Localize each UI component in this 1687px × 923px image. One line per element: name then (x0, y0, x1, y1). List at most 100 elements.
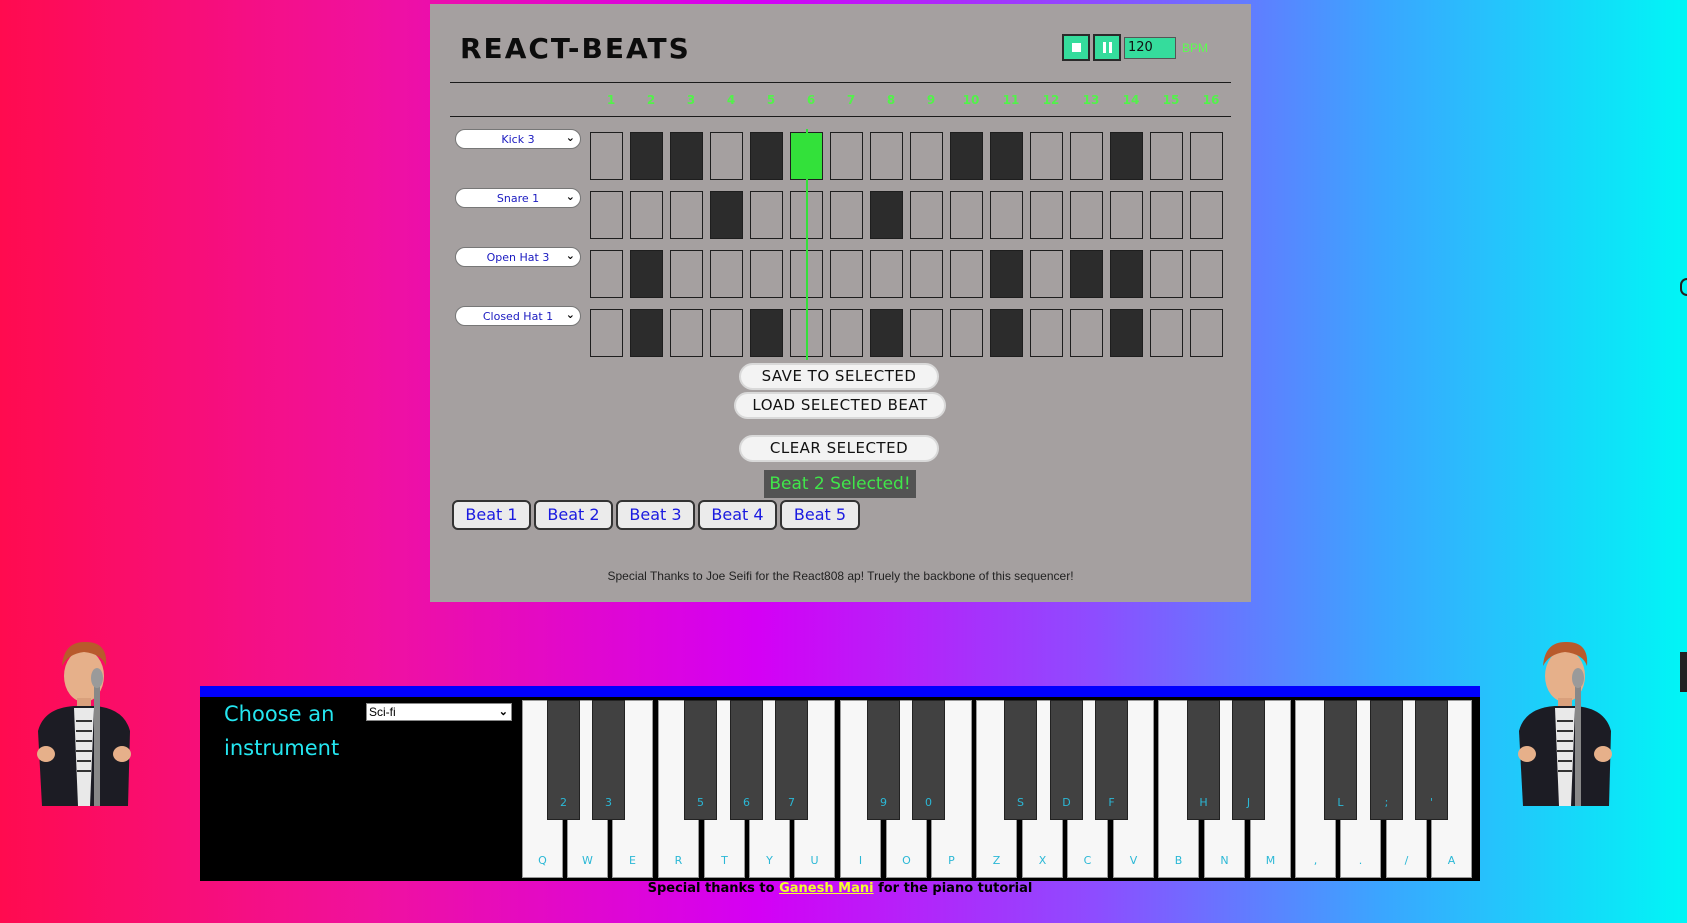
ganesh-mani-link[interactable]: Ganesh Mani (779, 881, 873, 896)
step-cell[interactable] (710, 309, 743, 357)
step-cell[interactable] (630, 191, 663, 239)
step-cell[interactable] (1070, 132, 1103, 180)
step-cell[interactable] (910, 132, 943, 180)
black-key[interactable]: 3 (592, 700, 625, 820)
step-cell[interactable] (910, 309, 943, 357)
key-label: E (629, 854, 636, 867)
step-cell[interactable] (950, 132, 983, 180)
step-cell[interactable] (670, 250, 703, 298)
step-cell[interactable] (710, 250, 743, 298)
step-cell[interactable] (950, 250, 983, 298)
step-cell[interactable] (1110, 132, 1143, 180)
step-cell[interactable] (750, 132, 783, 180)
step-cell[interactable] (590, 309, 623, 357)
save-to-selected-button[interactable]: SAVE TO SELECTED (739, 363, 939, 390)
instrument-select[interactable]: Snare 1 ⌄ (455, 188, 581, 208)
step-cell[interactable] (870, 309, 903, 357)
step-cell[interactable] (590, 191, 623, 239)
step-cell[interactable] (1150, 250, 1183, 298)
step-cell[interactable] (990, 132, 1023, 180)
step-cell[interactable] (830, 250, 863, 298)
step-cell[interactable] (1030, 250, 1063, 298)
step-cell[interactable] (1030, 309, 1063, 357)
step-cell[interactable] (1110, 309, 1143, 357)
step-cell[interactable] (1070, 191, 1103, 239)
step-number: 10 (962, 93, 980, 107)
beat-3-button[interactable]: Beat 3 (616, 500, 695, 530)
step-cell[interactable] (750, 191, 783, 239)
step-cell[interactable] (1030, 132, 1063, 180)
instrument-select[interactable]: Sci-fi ⌄ (366, 703, 512, 721)
step-cell[interactable] (630, 132, 663, 180)
step-cell[interactable] (950, 191, 983, 239)
beat-4-button[interactable]: Beat 4 (698, 500, 777, 530)
pause-button[interactable] (1093, 34, 1121, 61)
black-key[interactable]: ; (1370, 700, 1403, 820)
scrollbar[interactable] (1680, 652, 1687, 692)
black-key[interactable]: L (1324, 700, 1357, 820)
step-number: 12 (1042, 93, 1060, 107)
step-cell[interactable] (910, 250, 943, 298)
step-cell[interactable] (830, 309, 863, 357)
black-key[interactable]: F (1095, 700, 1128, 820)
step-cell[interactable] (670, 132, 703, 180)
step-cell[interactable] (1110, 191, 1143, 239)
black-key[interactable]: H (1187, 700, 1220, 820)
instrument-select[interactable]: Closed Hat 1 ⌄ (455, 306, 581, 326)
key-label: M (1265, 854, 1276, 867)
step-cell[interactable] (1150, 132, 1183, 180)
beat-1-button[interactable]: Beat 1 (452, 500, 531, 530)
black-key[interactable]: 9 (867, 700, 900, 820)
black-key[interactable]: 5 (684, 700, 717, 820)
black-key[interactable]: D (1050, 700, 1083, 820)
step-cell[interactable] (830, 191, 863, 239)
bpm-input[interactable] (1124, 36, 1176, 59)
step-cell[interactable] (910, 191, 943, 239)
step-cell[interactable] (710, 132, 743, 180)
step-cell[interactable] (990, 191, 1023, 239)
step-cell[interactable] (750, 250, 783, 298)
black-key[interactable]: 7 (775, 700, 808, 820)
instrument-select[interactable]: Kick 3 ⌄ (455, 129, 581, 149)
step-cell[interactable] (710, 191, 743, 239)
step-cell[interactable] (1070, 250, 1103, 298)
step-cell[interactable] (1190, 309, 1223, 357)
step-cell[interactable] (630, 250, 663, 298)
step-cell[interactable] (750, 309, 783, 357)
step-cell[interactable] (1110, 250, 1143, 298)
instrument-select-value: Closed Hat 1 (482, 309, 554, 323)
step-cell[interactable] (870, 250, 903, 298)
step-cell[interactable] (1030, 191, 1063, 239)
step-cell[interactable] (870, 132, 903, 180)
clear-selected-button[interactable]: CLEAR SELECTED (739, 435, 939, 462)
step-cell[interactable] (830, 132, 863, 180)
load-selected-beat-button[interactable]: LOAD SELECTED BEAT (734, 392, 946, 419)
step-cell[interactable] (1190, 250, 1223, 298)
step-cell[interactable] (990, 309, 1023, 357)
black-key[interactable]: 6 (730, 700, 763, 820)
step-cell[interactable] (950, 309, 983, 357)
black-key[interactable]: 0 (912, 700, 945, 820)
step-cell[interactable] (630, 309, 663, 357)
step-cell[interactable] (590, 132, 623, 180)
step-cell[interactable] (1190, 132, 1223, 180)
beat-5-button[interactable]: Beat 5 (780, 500, 860, 530)
step-cell[interactable] (1150, 191, 1183, 239)
instrument-select[interactable]: Open Hat 3 ⌄ (455, 247, 581, 267)
step-cell[interactable] (670, 191, 703, 239)
stop-button[interactable] (1062, 34, 1090, 61)
piano-credit-suffix: for the piano tutorial (878, 881, 1033, 896)
step-cell[interactable] (990, 250, 1023, 298)
step-cell[interactable] (670, 309, 703, 357)
step-cell[interactable] (590, 250, 623, 298)
black-key[interactable]: S (1004, 700, 1037, 820)
black-key[interactable]: J (1232, 700, 1265, 820)
beat-2-button[interactable]: Beat 2 (534, 500, 613, 530)
step-cell[interactable] (1150, 309, 1183, 357)
black-key[interactable]: ' (1415, 700, 1448, 820)
step-cell[interactable] (1070, 309, 1103, 357)
step-cell[interactable] (870, 191, 903, 239)
black-key[interactable]: 2 (547, 700, 580, 820)
step-cell[interactable] (1190, 191, 1223, 239)
transport-controls: BPM (1062, 34, 1208, 61)
